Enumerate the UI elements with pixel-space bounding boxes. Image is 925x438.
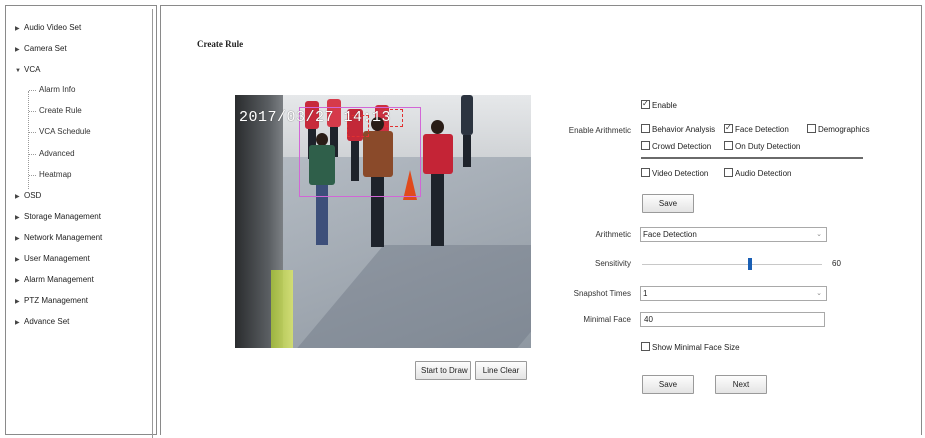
sidebar-item-storage-management[interactable]: ▶ Storage Management bbox=[15, 210, 101, 224]
video-preview[interactable]: 2017/03/27 14:13 bbox=[235, 95, 531, 348]
page-title: Create Rule bbox=[197, 39, 244, 49]
checkbox-label: Video Detection bbox=[652, 169, 709, 178]
sidebar-item-label: PTZ Management bbox=[24, 296, 89, 305]
sidebar-subitem-heatmap[interactable]: Heatmap bbox=[28, 168, 72, 182]
expand-triangle-icon: ▶ bbox=[15, 299, 20, 305]
expand-triangle-icon: ▶ bbox=[15, 257, 20, 263]
line-clear-button[interactable]: Line Clear bbox=[475, 361, 527, 380]
expand-triangle-icon: ▶ bbox=[15, 278, 20, 284]
checkbox-label: Face Detection bbox=[735, 125, 789, 134]
sidebar-subitem-advanced[interactable]: Advanced bbox=[29, 147, 75, 161]
sidebar-item-camera-set[interactable]: ▶ Camera Set bbox=[15, 42, 67, 56]
sidebar-item-label: VCA bbox=[24, 65, 41, 74]
video-timestamp: 2017/03/27 14:13 bbox=[239, 109, 392, 126]
save-enable-button[interactable]: Save bbox=[642, 194, 694, 213]
checkbox-label: Demographics bbox=[818, 125, 870, 134]
sidebar: ▶ Audio Video Set ▶ Camera Set ▼ VCA Alarm … bbox=[5, 5, 157, 438]
sidebar-item-ptz-management[interactable]: ▶ PTZ Management bbox=[15, 294, 88, 308]
checkbox-icon bbox=[724, 141, 733, 150]
checkbox-label: Audio Detection bbox=[735, 169, 792, 178]
demographics-checkbox[interactable]: Demographics bbox=[807, 124, 870, 136]
expand-triangle-icon: ▶ bbox=[15, 215, 20, 221]
face-detection-checkbox[interactable]: Face Detection bbox=[724, 122, 789, 136]
arithmetic-select-value: Face Detection bbox=[643, 230, 697, 239]
start-to-draw-button[interactable]: Start to Draw bbox=[415, 361, 471, 380]
enable-checkbox[interactable]: Enable bbox=[641, 98, 677, 112]
sidebar-item-audio-video-set[interactable]: ▶ Audio Video Set bbox=[15, 21, 81, 35]
sidebar-item-osd[interactable]: ▶ OSD bbox=[15, 189, 41, 203]
sidebar-item-alarm-management[interactable]: ▶ Alarm Management bbox=[15, 273, 94, 287]
sensitivity-label: Sensitivity bbox=[594, 259, 631, 268]
checkbox-icon bbox=[641, 124, 650, 133]
video-yellow-post bbox=[271, 270, 293, 348]
checkbox-checked-icon bbox=[724, 122, 733, 134]
expand-triangle-icon: ▶ bbox=[15, 26, 20, 32]
checkbox-label: On Duty Detection bbox=[735, 142, 801, 151]
sidebar-item-advance-set[interactable]: ▶ Advance Set bbox=[15, 315, 69, 329]
minimal-face-label: Minimal Face bbox=[583, 315, 631, 324]
video-detection-checkbox[interactable]: Video Detection bbox=[641, 168, 708, 180]
checkbox-icon bbox=[807, 124, 816, 133]
chevron-down-icon: ⌄ bbox=[816, 290, 822, 297]
sidebar-item-label: User Management bbox=[24, 254, 90, 263]
sidebar-item-label: Camera Set bbox=[24, 44, 67, 53]
expand-triangle-icon: ▶ bbox=[15, 236, 20, 242]
crowd-detection-checkbox[interactable]: Crowd Detection bbox=[641, 141, 711, 153]
sidebar-item-label: Storage Management bbox=[24, 212, 101, 221]
expand-triangle-icon: ▶ bbox=[15, 194, 20, 200]
sidebar-subitem-alarm-info[interactable]: Alarm Info bbox=[28, 83, 76, 97]
sidebar-item-label: Audio Video Set bbox=[24, 23, 82, 32]
sidebar-item-label: Alarm Management bbox=[24, 275, 94, 284]
snapshot-times-select-value: 1 bbox=[643, 289, 648, 298]
section-divider bbox=[641, 157, 863, 159]
enable-arithmetic-label: Enable Arithmetic bbox=[568, 126, 631, 135]
sidebar-subitem-label: Create Rule bbox=[39, 106, 82, 115]
behavior-analysis-checkbox[interactable]: Behavior Analysis bbox=[641, 124, 715, 136]
minimal-face-input[interactable]: 40 bbox=[640, 312, 825, 327]
arithmetic-select[interactable]: Face Detection ⌄ bbox=[640, 227, 827, 242]
main-panel: Create Rule 2017/03/27 14:13 Start to Dr… bbox=[160, 5, 922, 435]
sensitivity-value: 60 bbox=[832, 259, 841, 268]
sidebar-item-label: OSD bbox=[24, 191, 42, 200]
checkbox-checked-icon bbox=[641, 98, 650, 110]
checkbox-label: Crowd Detection bbox=[652, 142, 712, 151]
arithmetic-label: Arithmetic bbox=[595, 230, 631, 239]
sidebar-item-user-management[interactable]: ▶ User Management bbox=[15, 252, 90, 266]
on-duty-detection-checkbox[interactable]: On Duty Detection bbox=[724, 141, 800, 153]
chevron-down-icon: ⌄ bbox=[816, 231, 822, 238]
expand-triangle-icon: ▶ bbox=[15, 47, 20, 53]
sidebar-item-label: Advance Set bbox=[24, 317, 70, 326]
audio-detection-checkbox[interactable]: Audio Detection bbox=[724, 168, 791, 180]
sensitivity-slider-track[interactable] bbox=[642, 264, 822, 265]
expand-triangle-icon: ▶ bbox=[15, 320, 20, 326]
sidebar-item-network-management[interactable]: ▶ Network Management bbox=[15, 231, 102, 245]
sidebar-subitem-label: Heatmap bbox=[39, 170, 72, 179]
sidebar-subitem-label: Advanced bbox=[39, 149, 75, 158]
sidebar-item-label: Network Management bbox=[24, 233, 103, 242]
sidebar-subitem-label: Alarm Info bbox=[39, 85, 76, 94]
checkbox-label: Show Minimal Face Size bbox=[652, 343, 740, 352]
checkbox-label: Behavior Analysis bbox=[652, 125, 716, 134]
checkbox-icon bbox=[641, 141, 650, 150]
collapse-triangle-icon: ▼ bbox=[15, 68, 21, 74]
next-button[interactable]: Next bbox=[715, 375, 767, 394]
checkbox-label: Enable bbox=[652, 101, 677, 110]
sidebar-subitem-vca-schedule[interactable]: VCA Schedule bbox=[29, 125, 91, 139]
show-minimal-face-size-checkbox[interactable]: Show Minimal Face Size bbox=[641, 342, 740, 354]
checkbox-icon bbox=[724, 168, 733, 177]
snapshot-times-select[interactable]: 1 ⌄ bbox=[640, 286, 827, 301]
sidebar-item-vca[interactable]: ▼ VCA bbox=[15, 63, 40, 77]
sensitivity-slider-thumb[interactable] bbox=[748, 258, 752, 270]
snapshot-times-label: Snapshot Times bbox=[573, 289, 631, 298]
sidebar-subitem-create-rule[interactable]: Create Rule bbox=[29, 104, 82, 118]
checkbox-icon bbox=[641, 342, 650, 351]
save-button[interactable]: Save bbox=[642, 375, 694, 394]
checkbox-icon bbox=[641, 168, 650, 177]
sidebar-subitem-label: VCA Schedule bbox=[39, 127, 91, 136]
